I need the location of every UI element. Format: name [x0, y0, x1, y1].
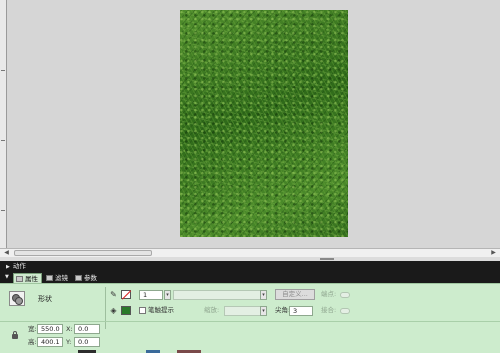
pencil-icon: ✎ [110, 290, 117, 299]
join-label: 接合: [321, 306, 337, 314]
tab-parameters[interactable]: 参数 [73, 273, 100, 283]
stroke-hint-label: 笔触提示 [148, 306, 174, 314]
grass-bitmap[interactable] [180, 10, 348, 237]
left-ruler [0, 0, 7, 248]
splitter-grip[interactable] [320, 258, 334, 260]
cap-label: 端点: [321, 290, 337, 298]
width-label: 宽: [28, 325, 37, 333]
tab-properties[interactable]: 属性 [13, 273, 42, 283]
ruler-tick [1, 70, 5, 71]
filters-tab-icon [46, 275, 53, 281]
width-field[interactable]: 550.0 [37, 324, 63, 334]
stroke-height-dropdown-icon[interactable]: ▾ [164, 290, 171, 300]
x-label: X: [66, 325, 73, 333]
panel-divider [105, 287, 106, 329]
ruler-tick [1, 210, 5, 211]
miter-field[interactable]: 3 [289, 306, 313, 316]
tab-filters[interactable]: 滤镜 [44, 273, 71, 283]
actions-panel-title: 动作 [12, 262, 26, 270]
stroke-height-field[interactable]: 1 [139, 290, 163, 300]
paint-bucket-icon: ◈ [110, 306, 117, 315]
lock-icon[interactable] [12, 331, 18, 339]
scrollbar-thumb[interactable] [14, 250, 152, 256]
scale-label: 缩放: [204, 306, 220, 314]
y-label: Y: [66, 338, 72, 346]
collapse-arrow-icon[interactable]: ▼ [5, 274, 9, 280]
x-field[interactable]: 0.0 [74, 324, 100, 334]
custom-button[interactable]: 自定义... [275, 289, 315, 300]
y-field[interactable]: 0.0 [74, 337, 100, 347]
shape-type-label: 形状 [38, 295, 52, 303]
scale-dropdown-icon[interactable]: ▾ [260, 306, 267, 316]
shape-icon [9, 291, 25, 306]
properties-panel: 形状 ✎ 1 ▾ ▾ 自定义... 端点: ◈ 笔触提示 缩放: ▾ 尖角: 3… [0, 283, 500, 353]
horizontal-scrollbar[interactable]: ◀ ▶ [0, 248, 500, 257]
height-field[interactable]: 400.1 [37, 337, 63, 347]
tab-label: 参数 [84, 274, 97, 282]
stage [7, 0, 500, 248]
no-color-mark [121, 290, 132, 300]
miter-label: 尖角: [275, 306, 291, 314]
properties-tabs: 属性 滤镜 参数 [13, 273, 102, 283]
ruler-tick [1, 140, 5, 141]
tab-label: 属性 [25, 275, 38, 283]
height-label: 高: [28, 338, 37, 346]
join-selector[interactable] [340, 308, 350, 314]
stroke-color-swatch[interactable] [121, 290, 132, 300]
stroke-hint-checkbox[interactable] [139, 307, 146, 314]
actions-panel-header[interactable]: ▶ 动作 [0, 261, 500, 271]
stroke-style-dropdown[interactable] [173, 290, 267, 300]
stroke-style-dropdown-icon[interactable]: ▾ [260, 290, 267, 300]
scroll-right-icon[interactable]: ▶ [489, 249, 498, 257]
fill-color-swatch[interactable] [121, 306, 131, 315]
shape-circle [15, 297, 23, 305]
properties-panel-header: ▼ 属性 滤镜 参数 [0, 271, 500, 283]
properties-tab-icon [16, 276, 23, 282]
scroll-left-icon[interactable]: ◀ [2, 249, 11, 257]
cap-selector[interactable] [340, 292, 350, 298]
parameters-tab-icon [75, 275, 82, 281]
panel-divider [0, 321, 500, 322]
tab-label: 滤镜 [55, 274, 68, 282]
